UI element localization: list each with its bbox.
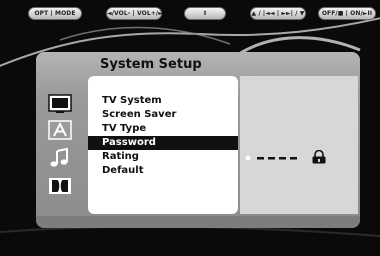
panel-footer — [36, 216, 360, 228]
hint-power: OFF/■ | ON/►II — [318, 7, 376, 20]
audio-icon[interactable] — [48, 120, 72, 140]
panel-title: System Setup — [100, 57, 202, 72]
music-note-icon[interactable] — [48, 148, 72, 168]
menu-item-password[interactable]: Password — [88, 136, 238, 150]
lock-icon — [312, 150, 326, 164]
selection-dot-icon — [245, 155, 251, 161]
hint-skip: ▲ / |◄◄ | ►►| / ▼ — [250, 7, 306, 20]
tv-icon[interactable] — [48, 94, 72, 114]
detail-area — [240, 76, 358, 214]
hint-updown: ⇕ — [184, 7, 226, 20]
hint-volume: ◄/VOL- | VOL+/► — [106, 7, 163, 20]
hint-opt-mode: OPT | MODE — [28, 7, 82, 20]
menu-item-tv-type[interactable]: TV Type — [88, 122, 238, 136]
dolby-icon[interactable] — [48, 176, 72, 196]
password-indicator[interactable] — [244, 150, 334, 164]
menu-item-tv-system[interactable]: TV System — [88, 94, 238, 108]
menu-item-screen-saver[interactable]: Screen Saver — [88, 108, 238, 122]
menu-item-default[interactable]: Default — [88, 164, 238, 178]
menu-item-rating[interactable]: Rating — [88, 150, 238, 164]
remote-hint-bar: OPT | MODE ◄/VOL- | VOL+/► ⇕ ▲ / |◄◄ | ►… — [0, 0, 380, 24]
